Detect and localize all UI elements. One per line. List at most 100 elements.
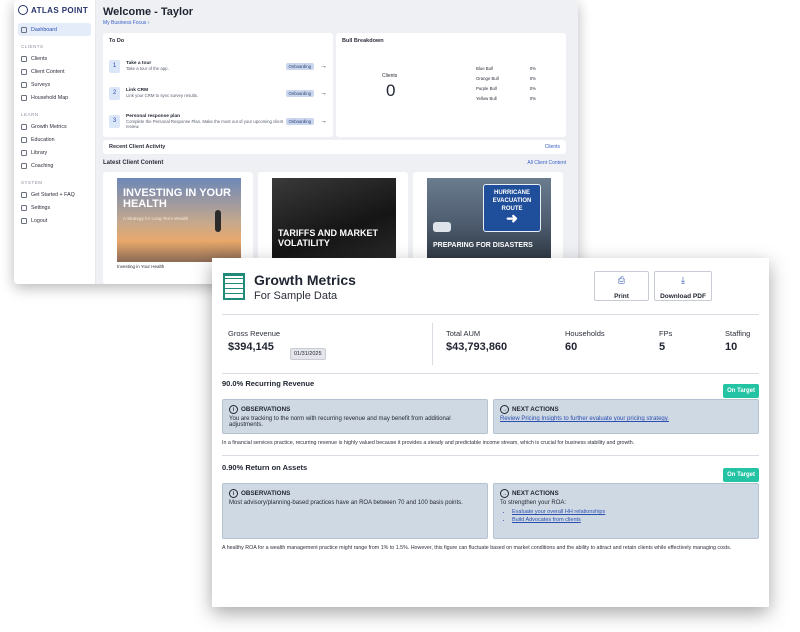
sidebar-item-get-started[interactable]: Get Started + FAQ — [18, 188, 91, 201]
users-icon — [21, 55, 27, 62]
bull-row: Orange Bull 0% — [476, 76, 536, 81]
home-icon — [21, 26, 27, 33]
graduation-cap-icon — [21, 136, 27, 143]
metric-gross-revenue: Gross Revenue $394,145 01/31/2025 — [228, 329, 326, 360]
action-link-build-advocates[interactable]: Build Advocates from clients — [512, 516, 752, 524]
sidebar-item-household-map[interactable]: Household Map — [18, 91, 91, 104]
logo-text: ATLAS POINT — [31, 5, 89, 15]
growth-metrics-report: Growth Metrics For Sample Data ⎙ Print ⤓… — [212, 258, 769, 607]
bull-breakdown-title: Bull Breakdown — [342, 38, 384, 44]
clipboard-icon — [21, 81, 27, 88]
arrow-right-icon: → — [500, 489, 509, 498]
sidebar-item-settings[interactable]: Settings — [18, 201, 91, 214]
arrow-right-icon[interactable]: → — [320, 118, 327, 125]
bull-label: Yellow Bull — [476, 96, 497, 101]
sidebar-item-coaching[interactable]: Coaching — [18, 159, 91, 172]
panel-title: OBSERVATIONS — [241, 490, 291, 497]
metric-households: Households 60 — [565, 329, 605, 353]
sidebar-item-label: Household Map — [31, 94, 69, 101]
sidebar-item-surveys[interactable]: Surveys — [18, 78, 91, 91]
print-button[interactable]: ⎙ Print — [594, 271, 649, 301]
thumbnail-headline: PREPARING FOR DISASTERS — [433, 242, 533, 249]
runner-figure — [215, 210, 221, 232]
logout-icon — [21, 217, 27, 224]
clients-link[interactable]: Clients — [545, 144, 560, 150]
action-link-hh-relationships[interactable]: Evaluate your overall HH relationships — [512, 508, 752, 516]
sidebar-item-label: Clients — [31, 55, 48, 62]
sidebar-item-growth-metrics[interactable]: Growth Metrics — [18, 120, 91, 133]
bull-label: Blue Bull — [476, 66, 493, 71]
business-focus-link[interactable]: My Business Focus › — [103, 20, 571, 26]
date-badge[interactable]: 01/31/2025 — [290, 348, 326, 360]
thumbnail-subline: A Strategy for Long-Term Wealth — [123, 216, 189, 221]
content-thumbnail: HURRICANE EVACUATION ROUTE ➜ PREPARING FO… — [427, 178, 551, 262]
download-pdf-label: Download PDF — [660, 293, 706, 300]
report-subtitle: For Sample Data — [254, 290, 338, 302]
info-icon: i — [229, 489, 238, 498]
metric-value: 5 — [659, 341, 666, 353]
sidebar-item-label: Education — [31, 136, 55, 143]
onboarding-badge: Onboarding — [285, 89, 314, 97]
observations-text: Most advisory/planning-based practices h… — [229, 500, 463, 506]
status-badge: On Target — [723, 468, 759, 482]
document-icon — [21, 68, 27, 75]
todo-item[interactable]: 3 Personal response plan Complete the Per… — [109, 112, 327, 130]
sidebar-item-label: Coaching — [31, 162, 54, 169]
sidebar-item-label: Library — [31, 149, 48, 156]
sidebar-item-library[interactable]: Library — [18, 146, 91, 159]
todo-item[interactable]: 1 Take a tour Take a tour of the app. Onb… — [109, 57, 327, 75]
thumbnail-headline: INVESTING IN YOUR HEALTH — [123, 187, 231, 210]
bull-row: Yellow Bull 0% — [476, 96, 536, 101]
recent-activity-card: Recent Client Activity Clients — [103, 140, 566, 154]
status-badge: On Target — [723, 384, 759, 398]
metric-value: $43,793,860 — [446, 341, 508, 353]
latest-content-title: Latest Client Content — [103, 160, 164, 166]
pricing-insights-link[interactable]: Review Pricing Insights to further evalu… — [500, 416, 752, 422]
next-actions-panel: →NEXT ACTIONS To strengthen your ROA: Ev… — [493, 483, 759, 539]
panels: i OBSERVATIONS Most advisory/planning-bas… — [222, 483, 759, 539]
thumbnail-headline: TARIFFS AND MARKET VOLATILITY — [278, 228, 378, 248]
logo-icon — [18, 5, 28, 15]
gear-icon — [21, 204, 27, 211]
todo-card: To Do 1 Take a tour Take a tour of the ap… — [103, 33, 333, 137]
observations-panel: i OBSERVATIONS Most advisory/planning-bas… — [222, 483, 488, 539]
building-icon — [223, 273, 245, 300]
chart-icon — [21, 123, 27, 130]
bull-value: 0% — [529, 66, 536, 71]
metric-label: Staffing — [725, 329, 751, 338]
all-content-link[interactable]: All Client Content — [527, 160, 566, 166]
sidebar-item-label: Growth Metrics — [31, 123, 67, 130]
divider — [222, 455, 759, 456]
help-icon — [21, 191, 27, 198]
bull-value: 0% — [529, 86, 536, 91]
page-title: Welcome - Taylor — [103, 6, 194, 18]
sidebar-item-label: Settings — [31, 204, 51, 211]
print-label: Print — [614, 293, 629, 300]
arrow-right-icon[interactable]: → — [320, 63, 327, 70]
metric-value: $394,145 — [228, 341, 274, 353]
onboarding-badge: Onboarding — [285, 62, 314, 70]
sidebar-item-dashboard[interactable]: Dashboard — [18, 23, 91, 36]
content-thumbnail: INVESTING IN YOUR HEALTH A Strategy for … — [117, 178, 241, 262]
printer-icon: ⎙ — [617, 275, 626, 285]
bull-row: Blue Bull 0% — [476, 66, 536, 71]
sidebar-item-client-content[interactable]: Client Content — [18, 65, 91, 78]
arrow-right-icon[interactable]: → — [320, 90, 327, 97]
bull-label: Orange Bull — [476, 76, 499, 81]
panel-title: NEXT ACTIONS — [512, 490, 559, 497]
download-pdf-button[interactable]: ⤓ Download PDF — [654, 271, 712, 301]
actions-intro: To strengthen your ROA: — [500, 500, 567, 506]
onboarding-badge: Onboarding — [285, 117, 314, 125]
sidebar-item-logout[interactable]: Logout — [18, 214, 91, 227]
metric-value: 10 — [725, 341, 738, 353]
todo-item[interactable]: 2 Link CRM Link your CRM to sync survey r… — [109, 84, 327, 102]
observations-panel: i OBSERVATIONS You are tracking to the no… — [222, 399, 488, 434]
divider — [222, 373, 759, 374]
sidebar-item-clients[interactable]: Clients — [18, 52, 91, 65]
bull-breakdown-card: Bull Breakdown Clients 0 Blue Bull 0% Ora… — [336, 33, 566, 137]
recurring-revenue-section: 90.0% Recurring Revenue On Target i OBSER… — [222, 378, 759, 456]
sidebar-item-label: Client Content — [31, 68, 65, 75]
todo-item-desc: Complete the Personal Response Plan. Mak… — [126, 118, 284, 129]
sidebar-item-education[interactable]: Education — [18, 133, 91, 146]
info-icon: i — [229, 405, 238, 414]
